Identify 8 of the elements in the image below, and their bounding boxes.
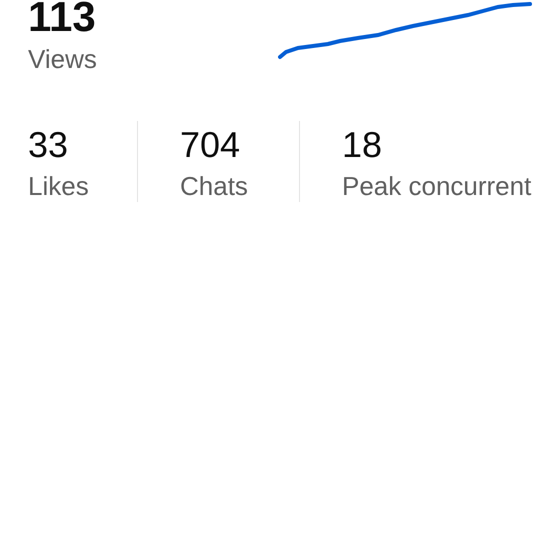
stat-value: 704: [180, 125, 242, 165]
views-label: Views: [28, 44, 97, 76]
views-count: 113: [28, 0, 97, 38]
stat-value: 18: [342, 125, 384, 165]
stat-label: Peak concurrent: [342, 170, 532, 202]
stat-label: Chats: [180, 170, 249, 202]
stat-label: Likes: [28, 170, 90, 202]
stat-value: 33: [28, 125, 70, 165]
